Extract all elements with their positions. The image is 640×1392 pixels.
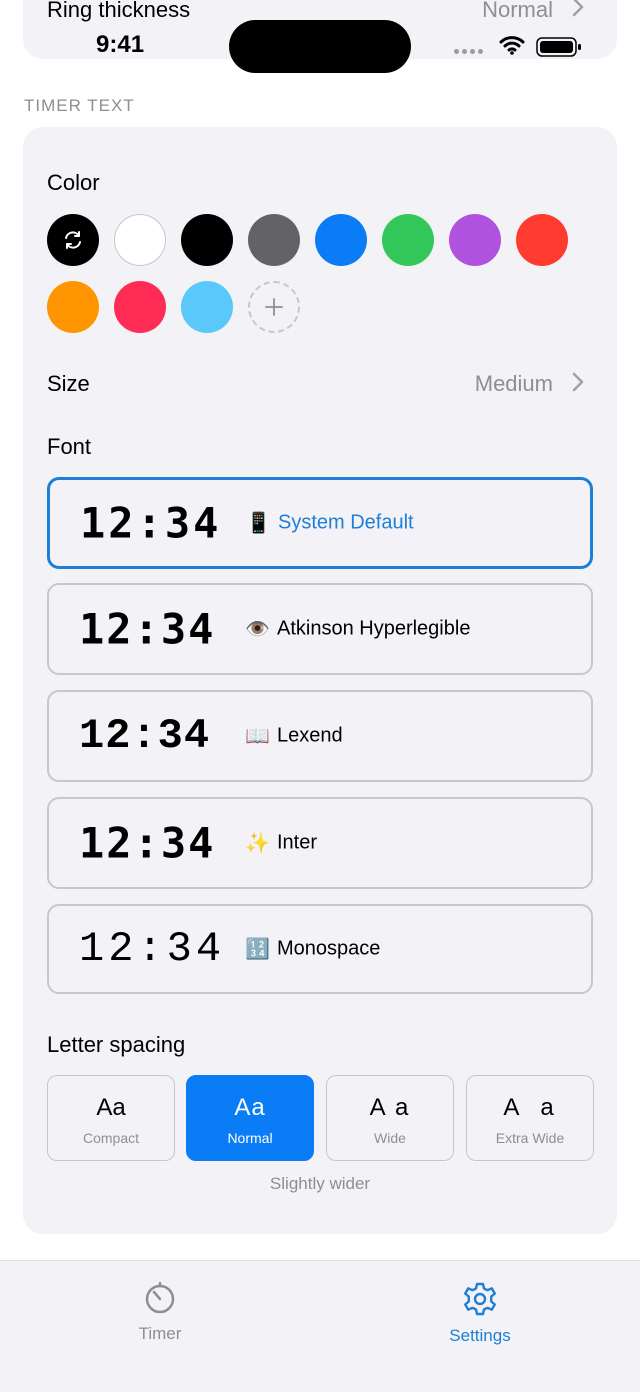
font-option[interactable]: 12:34 ✨ Inter bbox=[47, 797, 593, 889]
tab-timer-label: Timer bbox=[138, 1324, 182, 1343]
timer-text-card: Color Size Medium Font 12:34 📱 System Defa… bbox=[23, 127, 617, 1234]
letter-spacing-sample: Aa bbox=[234, 1094, 266, 1121]
font-emoji-icon: 🔢 bbox=[245, 938, 270, 961]
letter-spacing-sample: Aa bbox=[96, 1094, 126, 1121]
tab-bar: Timer Settings bbox=[0, 1260, 640, 1392]
font-name: System Default bbox=[278, 511, 414, 534]
font-sample-time: 12:34 bbox=[79, 604, 216, 654]
chevron-right-icon bbox=[572, 0, 584, 17]
font-option[interactable]: 12:34 📱 System Default bbox=[47, 477, 593, 569]
chevron-right-icon bbox=[572, 372, 584, 392]
font-option[interactable]: 12:34 🔢 Monospace bbox=[47, 904, 593, 994]
font-sample-time: 12:34 bbox=[79, 712, 211, 760]
letter-spacing-caption: Extra Wide bbox=[495, 1130, 565, 1146]
font-name: Lexend bbox=[277, 724, 343, 747]
dynamic-island bbox=[229, 20, 411, 73]
font-emoji-icon: 👁️ bbox=[245, 618, 270, 641]
letter-spacing-caption: Normal bbox=[227, 1130, 273, 1146]
timer-icon bbox=[145, 1281, 175, 1314]
letter-spacing-sample: A a bbox=[369, 1094, 411, 1121]
signal-icon bbox=[454, 49, 483, 54]
wifi-icon bbox=[499, 36, 525, 55]
color-swatch[interactable] bbox=[114, 214, 166, 266]
font-name: Monospace bbox=[277, 937, 381, 960]
ring-thickness-label: Ring thickness bbox=[47, 0, 191, 22]
font-sample-time: 12:34 bbox=[79, 925, 226, 973]
letter-spacing-caption: Wide bbox=[374, 1130, 406, 1146]
letter-spacing-label: Letter spacing bbox=[47, 1032, 186, 1057]
letter-spacing-option[interactable]: Aa Compact bbox=[47, 1075, 175, 1161]
font-emoji-icon: ✨ bbox=[245, 832, 270, 855]
auto-color-swatch[interactable] bbox=[47, 214, 99, 266]
font-name: Atkinson Hyperlegible bbox=[277, 617, 471, 640]
color-swatch[interactable] bbox=[516, 214, 568, 266]
letter-spacing-option[interactable]: A a Extra Wide bbox=[466, 1075, 594, 1161]
font-name: Inter bbox=[277, 831, 318, 854]
size-value: Medium bbox=[474, 371, 553, 396]
tab-settings-label: Settings bbox=[449, 1326, 511, 1345]
color-swatch[interactable] bbox=[47, 281, 99, 333]
font-label: Font bbox=[47, 434, 92, 459]
letter-spacing-sample: A a bbox=[503, 1094, 557, 1121]
font-option[interactable]: 12:34 📖 Lexend bbox=[47, 690, 593, 782]
font-option[interactable]: 12:34 👁️ Atkinson Hyperlegible bbox=[47, 583, 593, 675]
ring-thickness-value: Normal bbox=[482, 0, 553, 22]
tab-settings[interactable]: Settings bbox=[380, 1281, 580, 1346]
color-label: Color bbox=[47, 170, 100, 195]
section-header-timer-text: TIMER TEXT bbox=[24, 96, 135, 115]
font-sample-time: 12:34 bbox=[80, 498, 222, 548]
size-label: Size bbox=[47, 371, 90, 396]
font-emoji-icon: 📱 bbox=[246, 512, 271, 535]
color-swatch[interactable] bbox=[248, 214, 300, 266]
color-swatch[interactable] bbox=[114, 281, 166, 333]
status-time: 9:41 bbox=[96, 31, 145, 58]
font-sample-time: 12:34 bbox=[79, 818, 216, 868]
letter-spacing-option[interactable]: A a Wide bbox=[326, 1075, 454, 1161]
color-swatch[interactable] bbox=[449, 214, 501, 266]
color-swatch[interactable] bbox=[181, 281, 233, 333]
gear-icon bbox=[464, 1282, 496, 1316]
refresh-icon bbox=[65, 231, 81, 249]
color-swatch[interactable] bbox=[315, 214, 367, 266]
letter-spacing-caption: Compact bbox=[82, 1130, 140, 1146]
color-swatch[interactable] bbox=[181, 214, 233, 266]
color-swatch[interactable] bbox=[382, 214, 434, 266]
add-color-button[interactable] bbox=[248, 281, 300, 333]
letter-spacing-option[interactable]: Aa Normal bbox=[186, 1075, 314, 1161]
plus-icon bbox=[265, 298, 283, 316]
tab-timer[interactable]: Timer bbox=[60, 1281, 260, 1344]
letter-spacing-hint: Slightly wider bbox=[269, 1174, 371, 1193]
font-emoji-icon: 📖 bbox=[245, 725, 270, 748]
battery-icon bbox=[536, 37, 581, 57]
